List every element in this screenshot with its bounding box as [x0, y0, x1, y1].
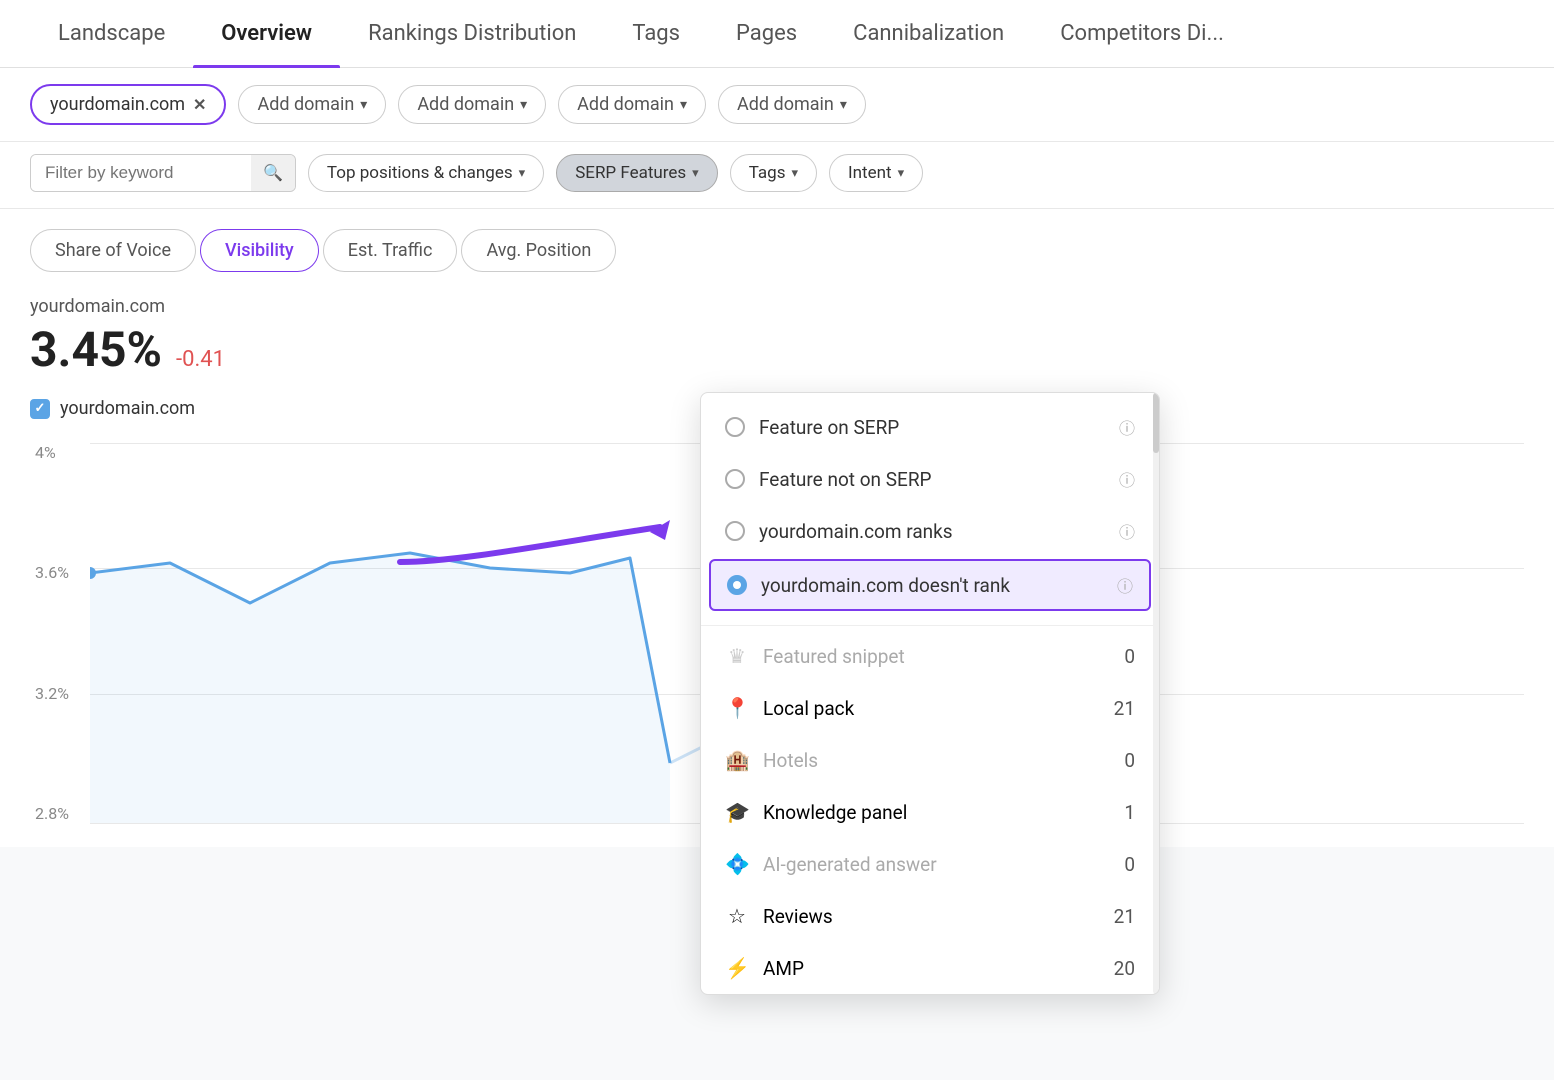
domain-pill-primary[interactable]: yourdomain.com ✕ — [30, 84, 226, 125]
feature-label: Local pack — [763, 697, 854, 720]
feature-count: 0 — [1124, 853, 1135, 876]
add-domain-button-4[interactable]: Add domain ▾ — [718, 85, 866, 124]
radio-label: Feature on SERP — [759, 416, 899, 439]
feature-count: 21 — [1114, 905, 1135, 928]
feature-label: Reviews — [763, 905, 833, 928]
book-icon: 🎓 — [725, 800, 749, 824]
top-nav: Landscape Overview Rankings Distribution… — [0, 0, 1554, 68]
radio-feature-on-serp[interactable]: Feature on SERP ⓘ — [701, 401, 1159, 453]
chevron-down-icon: ▾ — [692, 166, 699, 181]
diamond-icon: 💠 — [725, 852, 749, 876]
nav-rankings-distribution[interactable]: Rankings Distribution — [340, 0, 604, 68]
chevron-down-icon: ▾ — [519, 166, 526, 181]
serp-feature-amp[interactable]: ⚡ AMP 20 — [701, 942, 1159, 994]
domain-text: yourdomain.com — [50, 94, 185, 115]
feature-count: 20 — [1114, 957, 1135, 980]
feature-count: 0 — [1124, 645, 1135, 668]
keyword-search-filter[interactable]: 🔍 — [30, 154, 296, 192]
serp-feature-featured-snippet[interactable]: ♛ Featured snippet 0 — [701, 630, 1159, 682]
radio-button[interactable] — [725, 469, 745, 489]
scrollbar-thumb[interactable] — [1153, 393, 1159, 453]
metric-change: -0.41 — [176, 347, 225, 372]
serp-feature-local-pack[interactable]: 📍 Local pack 21 — [701, 682, 1159, 734]
legend-label: yourdomain.com — [60, 398, 195, 419]
info-icon: ⓘ — [1119, 415, 1135, 439]
chevron-down-icon: ▾ — [360, 97, 367, 113]
chevron-down-icon: ▾ — [680, 97, 687, 113]
serp-features-filter-dropdown[interactable]: SERP Features ▾ — [556, 154, 718, 192]
feature-count: 0 — [1124, 749, 1135, 772]
radio-label: yourdomain.com ranks — [759, 520, 953, 543]
nav-landscape[interactable]: Landscape — [30, 0, 193, 68]
radio-label: yourdomain.com doesn't rank — [761, 574, 1010, 597]
nav-competitors[interactable]: Competitors Di... — [1032, 0, 1252, 68]
chevron-down-icon: ▾ — [520, 97, 527, 113]
y-axis-labels: 4% 3.6% 3.2% 2.8% — [35, 443, 69, 823]
domain-toolbar: yourdomain.com ✕ Add domain ▾ Add domain… — [0, 68, 1554, 142]
info-icon: ⓘ — [1119, 467, 1135, 491]
serp-features-list: ♛ Featured snippet 0 📍 Local pack 21 🏨 H… — [701, 630, 1159, 994]
legend-checkbox[interactable] — [30, 399, 50, 419]
radio-domain-ranks[interactable]: yourdomain.com ranks ⓘ — [701, 505, 1159, 557]
chevron-down-icon: ▾ — [840, 97, 847, 113]
radio-domain-doesnt-rank[interactable]: yourdomain.com doesn't rank ⓘ — [709, 559, 1151, 611]
filter-row: 🔍 Top positions & changes ▾ SERP Feature… — [0, 142, 1554, 209]
feature-label: Hotels — [763, 749, 818, 772]
nav-cannibalization[interactable]: Cannibalization — [825, 0, 1032, 68]
dropdown-divider — [701, 625, 1159, 626]
feature-count: 1 — [1124, 801, 1135, 824]
tab-visibility[interactable]: Visibility — [200, 229, 319, 272]
feature-label: AI-generated answer — [763, 853, 937, 876]
crown-icon: ♛ — [725, 644, 749, 668]
nav-tags[interactable]: Tags — [604, 0, 708, 68]
y-label-4: 4% — [35, 443, 69, 462]
radio-feature-not-on-serp[interactable]: Feature not on SERP ⓘ — [701, 453, 1159, 505]
radio-button[interactable] — [725, 417, 745, 437]
feature-label: Knowledge panel — [763, 801, 907, 824]
nav-overview[interactable]: Overview — [193, 0, 340, 68]
tab-share-of-voice[interactable]: Share of Voice — [30, 229, 196, 272]
chevron-down-icon: ▾ — [791, 166, 798, 181]
radio-button[interactable] — [725, 521, 745, 541]
info-icon: ⓘ — [1119, 519, 1135, 543]
metric-value-display: 3.45% -0.41 — [30, 321, 1524, 378]
serp-features-dropdown: Feature on SERP ⓘ Feature not on SERP ⓘ … — [700, 392, 1160, 995]
serp-feature-ai-answer[interactable]: 💠 AI-generated answer 0 — [701, 838, 1159, 890]
search-button[interactable]: 🔍 — [251, 155, 295, 191]
positions-filter-dropdown[interactable]: Top positions & changes ▾ — [308, 154, 544, 192]
metric-number: 3.45% — [30, 321, 162, 378]
tags-filter-dropdown[interactable]: Tags ▾ — [730, 154, 817, 192]
serp-feature-knowledge-panel[interactable]: 🎓 Knowledge panel 1 — [701, 786, 1159, 838]
serp-feature-hotels[interactable]: 🏨 Hotels 0 — [701, 734, 1159, 786]
search-input[interactable] — [31, 155, 251, 191]
tab-est-traffic[interactable]: Est. Traffic — [323, 229, 458, 272]
bolt-icon: ⚡ — [725, 956, 749, 980]
hotel-icon: 🏨 — [725, 748, 749, 772]
feature-label: Featured snippet — [763, 645, 905, 668]
serp-feature-reviews[interactable]: ☆ Reviews 21 — [701, 890, 1159, 942]
add-domain-button-3[interactable]: Add domain ▾ — [558, 85, 706, 124]
add-domain-button-1[interactable]: Add domain ▾ — [238, 85, 386, 124]
scrollbar-track — [1153, 393, 1159, 994]
main-content: yourdomain.com 3.45% -0.41 yourdomain.co… — [0, 272, 1554, 847]
radio-button-selected[interactable] — [727, 575, 747, 595]
chevron-down-icon: ▾ — [898, 166, 905, 181]
intent-filter-dropdown[interactable]: Intent ▾ — [829, 154, 923, 192]
domain-label: yourdomain.com — [30, 296, 1524, 317]
y-label-32: 3.2% — [35, 684, 69, 703]
feature-label: AMP — [763, 957, 804, 980]
y-label-36: 3.6% — [35, 563, 69, 582]
info-icon: ⓘ — [1117, 573, 1133, 597]
star-icon: ☆ — [725, 904, 749, 928]
nav-pages[interactable]: Pages — [708, 0, 825, 68]
radio-options-section: Feature on SERP ⓘ Feature not on SERP ⓘ … — [701, 393, 1159, 621]
tab-avg-position[interactable]: Avg. Position — [461, 229, 616, 272]
radio-label: Feature not on SERP — [759, 468, 932, 491]
y-label-28: 2.8% — [35, 804, 69, 823]
close-domain-button[interactable]: ✕ — [193, 95, 206, 114]
add-domain-button-2[interactable]: Add domain ▾ — [398, 85, 546, 124]
feature-count: 21 — [1114, 697, 1135, 720]
metric-tabs: Share of Voice Visibility Est. Traffic A… — [0, 209, 1554, 272]
pin-icon: 📍 — [725, 696, 749, 720]
